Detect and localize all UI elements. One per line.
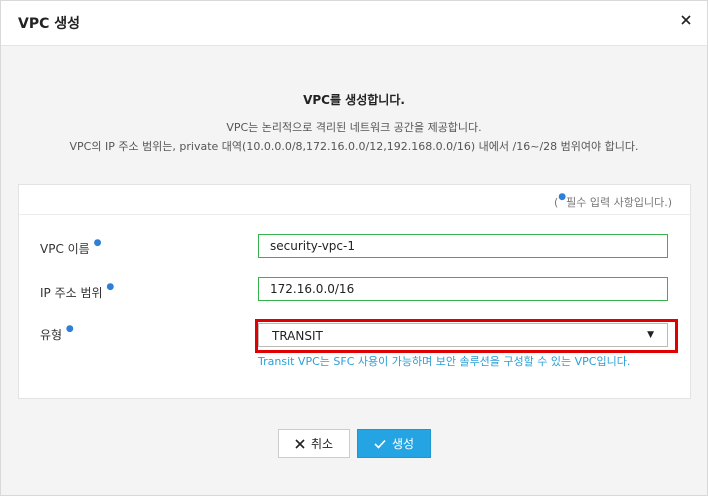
create-vpc-dialog: VPC 생성 VPC를 생성합니다. VPC는 논리적으로 격리된 네트워크 공… — [0, 0, 708, 496]
required-marker-icon: ● — [93, 238, 102, 248]
ip-range-input[interactable] — [258, 277, 668, 301]
dialog-header: VPC 생성 — [1, 1, 707, 46]
ip-range-description: VPC의 IP 주소 범위는, private 대역(10.0.0.0/8,17… — [69, 140, 639, 153]
required-marker-icon: ● — [558, 192, 567, 202]
intro-title: VPC를 생성합니다. — [303, 93, 405, 107]
type-select-highlight — [255, 319, 678, 353]
cancel-button[interactable]: 취소 — [278, 429, 350, 458]
intro-description: VPC는 논리적으로 격리된 네트워크 공간을 제공합니다. — [226, 121, 482, 134]
type-hint: Transit VPC는 SFC 사용이 가능하며 보안 솔루션을 구성할 수 … — [258, 355, 631, 368]
divider — [19, 214, 690, 215]
create-button[interactable]: 생성 — [357, 429, 431, 458]
ip-range-label: IP 주소 범위 ● — [40, 282, 115, 300]
vpc-name-input[interactable] — [258, 234, 668, 258]
required-fields-note: (●필수 입력 사항입니다.) — [553, 192, 672, 209]
vpc-form-card: (●필수 입력 사항입니다.) VPC 이름 ● IP 주소 범위 ● 유형 ●… — [18, 184, 691, 399]
close-icon[interactable] — [677, 11, 695, 29]
vpc-name-label: VPC 이름 ● — [40, 238, 102, 256]
type-label: 유형 ● — [40, 324, 74, 342]
check-icon — [374, 439, 386, 449]
required-marker-icon: ● — [106, 282, 115, 292]
dialog-title: VPC 생성 — [18, 16, 81, 32]
required-marker-icon: ● — [65, 324, 74, 334]
x-icon — [295, 438, 305, 449]
